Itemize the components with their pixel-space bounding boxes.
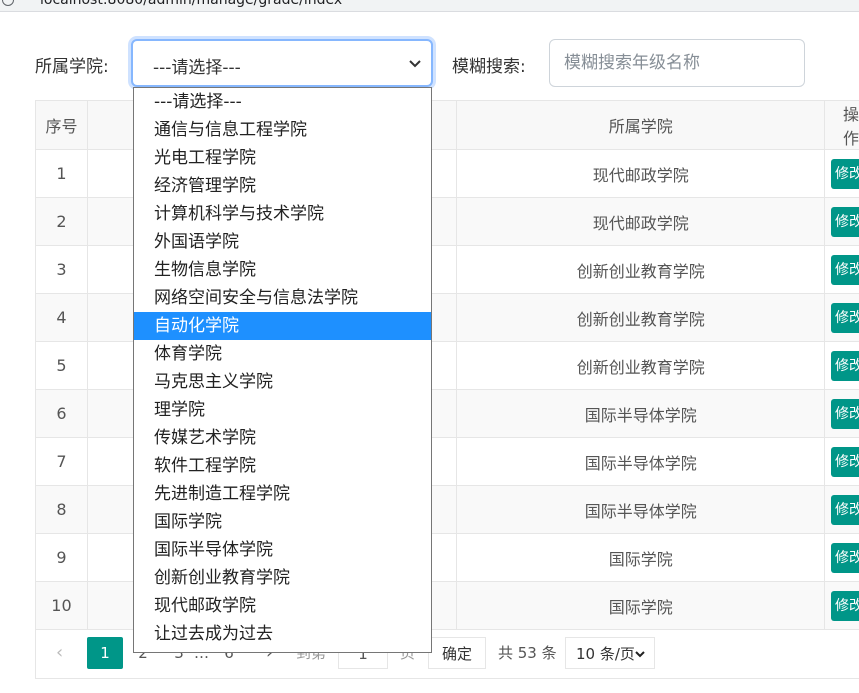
page-size-value: 10 条/页 [576,645,635,663]
cell-college: 国际半导体学院 [456,437,825,486]
total-count: 共 53 条 [498,644,557,662]
college-option[interactable]: 通信与信息工程学院 [134,116,431,144]
college-option[interactable]: ---请选择--- [134,88,431,116]
college-option[interactable]: 国际半导体学院 [134,536,431,564]
cell-index: 10 [35,581,88,630]
cell-college: 国际半导体学院 [456,389,825,438]
edit-button[interactable]: 修改 [830,302,859,333]
cell-operation: 修改 [823,149,859,198]
college-option[interactable]: 创新创业教育学院 [134,564,431,592]
college-option[interactable]: 网络空间安全与信息法学院 [134,284,431,312]
cell-college: 国际学院 [456,581,825,630]
edit-button[interactable]: 修改 [830,590,859,621]
cell-index: 9 [35,533,88,582]
college-option[interactable]: 先进制造工程学院 [134,480,431,508]
college-option[interactable]: 现代邮政学院 [134,592,431,620]
cell-college: 创新创业教育学院 [456,293,825,342]
cell-index: 3 [35,245,88,294]
college-option[interactable]: 自动化学院 [134,312,431,340]
college-option[interactable]: 体育学院 [134,340,431,368]
chevron-down-icon [635,651,645,658]
edit-button[interactable]: 修改 [830,446,859,477]
college-option[interactable]: 让过去成为过去 [134,620,431,648]
edit-button[interactable]: 修改 [830,494,859,525]
cell-index: 5 [35,341,88,390]
cell-operation: 修改 [823,581,859,630]
grade-search-input[interactable] [549,39,805,87]
edit-button[interactable]: 修改 [830,158,859,189]
cell-operation: 修改 [823,197,859,246]
cell-college: 国际学院 [456,533,825,582]
college-option[interactable]: 计算机科学与技术学院 [134,200,431,228]
cell-operation: 修改 [823,341,859,390]
cell-college: 创新创业教育学院 [456,245,825,294]
college-option[interactable]: 传媒艺术学院 [134,424,431,452]
cell-operation: 修改 [823,293,859,342]
filter-bar: 所属学院: ---请选择--- 模糊搜索: [0,39,859,87]
address-url[interactable]: localhost:8080/admin/manage/grade/index [40,0,342,8]
cell-college: 创新创业教育学院 [456,341,825,390]
college-filter-label: 所属学院: [35,57,109,77]
goto-confirm-button[interactable]: 确定 [428,637,486,669]
header-index: 序号 [35,100,88,150]
page-size-select[interactable]: 10 条/页 [565,637,655,669]
college-option[interactable]: 理学院 [134,396,431,424]
cell-operation: 修改 [823,533,859,582]
college-option[interactable]: 光电工程学院 [134,144,431,172]
cell-college: 国际半导体学院 [456,485,825,534]
cell-index: 4 [35,293,88,342]
cell-operation: 修改 [823,437,859,486]
college-select-value: ---请选择--- [153,58,241,78]
header-operation: 操作 [823,100,859,150]
college-option[interactable]: 软件工程学院 [134,452,431,480]
cell-index: 8 [35,485,88,534]
cell-college: 现代邮政学院 [456,149,825,198]
cell-operation: 修改 [823,485,859,534]
cell-operation: 修改 [823,389,859,438]
cell-index: 7 [35,437,88,486]
page-current[interactable]: 1 [87,637,123,669]
chevron-down-icon [409,60,421,68]
site-info-icon[interactable] [2,0,14,6]
cell-index: 6 [35,389,88,438]
college-select[interactable]: ---请选择--- [131,39,433,87]
edit-button[interactable]: 修改 [830,254,859,285]
college-option[interactable]: 经济管理学院 [134,172,431,200]
edit-button[interactable]: 修改 [830,542,859,573]
college-option[interactable]: 国际学院 [134,508,431,536]
edit-button[interactable]: 修改 [830,206,859,237]
cell-index: 2 [35,197,88,246]
college-option[interactable]: 马克思主义学院 [134,368,431,396]
college-option[interactable]: 外国语学院 [134,228,431,256]
college-select-dropdown: ---请选择--- 通信与信息工程学院 光电工程学院 经济管理学院 计算机科学与技术学院… [133,87,432,653]
search-label: 模糊搜索: [452,57,526,77]
edit-button[interactable]: 修改 [830,350,859,381]
prev-page-icon[interactable]: ‹ [56,637,63,669]
cell-college: 现代邮政学院 [456,197,825,246]
college-option[interactable]: 生物信息学院 [134,256,431,284]
header-operation-label: 操作 [842,105,859,148]
edit-button[interactable]: 修改 [830,398,859,429]
header-college: 所属学院 [456,100,825,150]
cell-index: 1 [35,149,88,198]
cell-operation: 修改 [823,245,859,294]
browser-address-bar[interactable]: localhost:8080/admin/manage/grade/index [0,0,859,12]
